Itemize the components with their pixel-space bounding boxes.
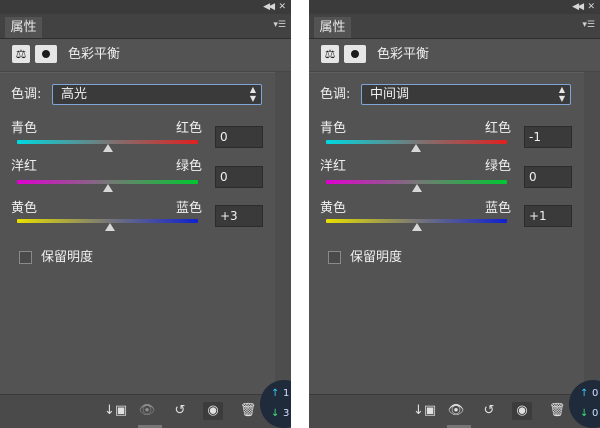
preserve-luminosity-checkbox[interactable] (328, 251, 341, 264)
magenta-green-value-input[interactable]: 0 (215, 166, 263, 188)
panel-title-bar: ◀◀ ✕ (0, 0, 291, 14)
panel-footer-toolbar: ↓▣ 👁 ↺ ◉ 🗑 (0, 394, 291, 428)
panel-header: ⚖ 色彩平衡 (309, 39, 600, 71)
arrow-down-icon: ↓ (580, 408, 589, 419)
arrow-up-icon: ↑ (271, 388, 280, 399)
arrow-down-icon: ↓ (271, 408, 280, 419)
view-previous-state-icon[interactable]: 👁 (137, 402, 157, 420)
yellow-blue-value-input[interactable]: +1 (524, 205, 572, 227)
trash-icon[interactable]: 🗑 (238, 402, 258, 420)
slider-left-label: 洋红 (11, 159, 38, 174)
slider-left-label: 洋红 (320, 159, 347, 174)
yellow-blue-value-input[interactable]: +3 (215, 205, 263, 227)
panel-header: ⚖ 色彩平衡 (0, 39, 291, 71)
panel-footer-toolbar: ↓▣ 👁 ↺ ◉ 🗑 (309, 394, 600, 428)
arrow-up-icon: ↑ (580, 388, 589, 399)
slider-right-label: 绿色 (175, 159, 202, 174)
panel-menu-icon[interactable]: ▾☰ (273, 20, 286, 30)
visibility-eye-icon[interactable]: ◉ (512, 402, 532, 420)
cyan-red-value-input[interactable]: 0 (215, 126, 263, 148)
header-divider (309, 71, 600, 73)
badge-up-value: 0 (592, 388, 599, 399)
slider-left-label: 黄色 (11, 201, 38, 216)
clip-to-layer-icon[interactable]: ↓▣ (104, 402, 127, 420)
yellow-blue-slider-thumb[interactable] (105, 223, 116, 231)
tone-label: 色调: (11, 87, 42, 102)
slider-left-label: 黄色 (320, 201, 347, 216)
magenta-green-slider-thumb[interactable] (411, 184, 422, 192)
cyan-red-value-input[interactable]: -1 (524, 126, 572, 148)
preserve-luminosity-label: 保留明度 (41, 250, 94, 265)
panel-menu-icon[interactable]: ▾☰ (582, 20, 595, 30)
slider-right-label: 红色 (175, 121, 202, 136)
panel-scrollbar[interactable] (584, 72, 600, 394)
slider-right-label: 蓝色 (175, 201, 202, 216)
yellow-blue-slider-thumb[interactable] (412, 223, 423, 231)
panel-tab-strip: 属性 ▾☰ (0, 14, 291, 39)
double-chevron-left-icon[interactable]: ◀◀ (263, 1, 275, 13)
slider-left-label: 青色 (320, 121, 347, 136)
double-chevron-left-icon[interactable]: ◀◀ (572, 1, 584, 13)
header-divider (0, 71, 291, 73)
panel-tab-strip: 属性 ▾☰ (309, 14, 600, 39)
properties-panel-midtones: ◀◀ ✕ 属性 ▾☰ ⚖ 色彩平衡 色调: 中间调 ▲ ▼ 青色 红色 -1 洋红… (309, 0, 600, 428)
panel-title-bar: ◀◀ ✕ (309, 0, 600, 14)
properties-panel-highlights: ◀◀ ✕ 属性 ▾☰ ⚖ 色彩平衡 色调: 高光 ▲ ▼ 青色 红色 0 洋红 绿… (0, 0, 291, 428)
close-icon[interactable]: ✕ (278, 1, 286, 13)
slider-right-label: 蓝色 (484, 201, 511, 216)
tone-selected-value: 高光 (61, 87, 88, 102)
slider-left-label: 青色 (11, 121, 38, 136)
badge-down-value: 3 (283, 408, 290, 419)
balance-icon: ⚖ (321, 45, 339, 63)
slider-right-label: 绿色 (484, 159, 511, 174)
tone-selected-value: 中间调 (370, 87, 410, 102)
cyan-red-slider-thumb[interactable] (102, 144, 113, 152)
badge-down-value: 0 (592, 408, 599, 419)
tone-dropdown[interactable]: 高光 ▲ ▼ (52, 84, 262, 105)
tab-properties[interactable]: 属性 (314, 17, 351, 38)
cyan-red-slider-thumb[interactable] (410, 144, 421, 152)
panel-title: 色彩平衡 (377, 47, 430, 62)
preserve-luminosity-label: 保留明度 (350, 250, 403, 265)
slider-right-label: 红色 (484, 121, 511, 136)
tone-label: 色调: (320, 87, 351, 102)
badge-up-value: 1 (283, 388, 290, 399)
dropdown-stepper-icon: ▲ ▼ (558, 85, 565, 103)
magenta-green-slider-thumb[interactable] (102, 184, 113, 192)
dropdown-stepper-icon: ▲ ▼ (249, 85, 256, 103)
trash-icon[interactable]: 🗑 (547, 402, 567, 420)
layer-mask-icon[interactable] (344, 45, 366, 63)
reset-icon[interactable]: ↺ (479, 402, 499, 420)
view-previous-state-icon[interactable]: 👁 (446, 402, 466, 420)
tab-properties[interactable]: 属性 (5, 17, 42, 38)
panel-scrollbar[interactable] (275, 72, 291, 394)
clip-to-layer-icon[interactable]: ↓▣ (413, 402, 436, 420)
close-icon[interactable]: ✕ (587, 1, 595, 13)
visibility-eye-icon[interactable]: ◉ (203, 402, 223, 420)
balance-icon: ⚖ (12, 45, 30, 63)
panel-title: 色彩平衡 (68, 47, 121, 62)
layer-mask-icon[interactable] (35, 45, 57, 63)
reset-icon[interactable]: ↺ (170, 402, 190, 420)
magenta-green-value-input[interactable]: 0 (524, 166, 572, 188)
tone-dropdown[interactable]: 中间调 ▲ ▼ (361, 84, 571, 105)
preserve-luminosity-checkbox[interactable] (19, 251, 32, 264)
